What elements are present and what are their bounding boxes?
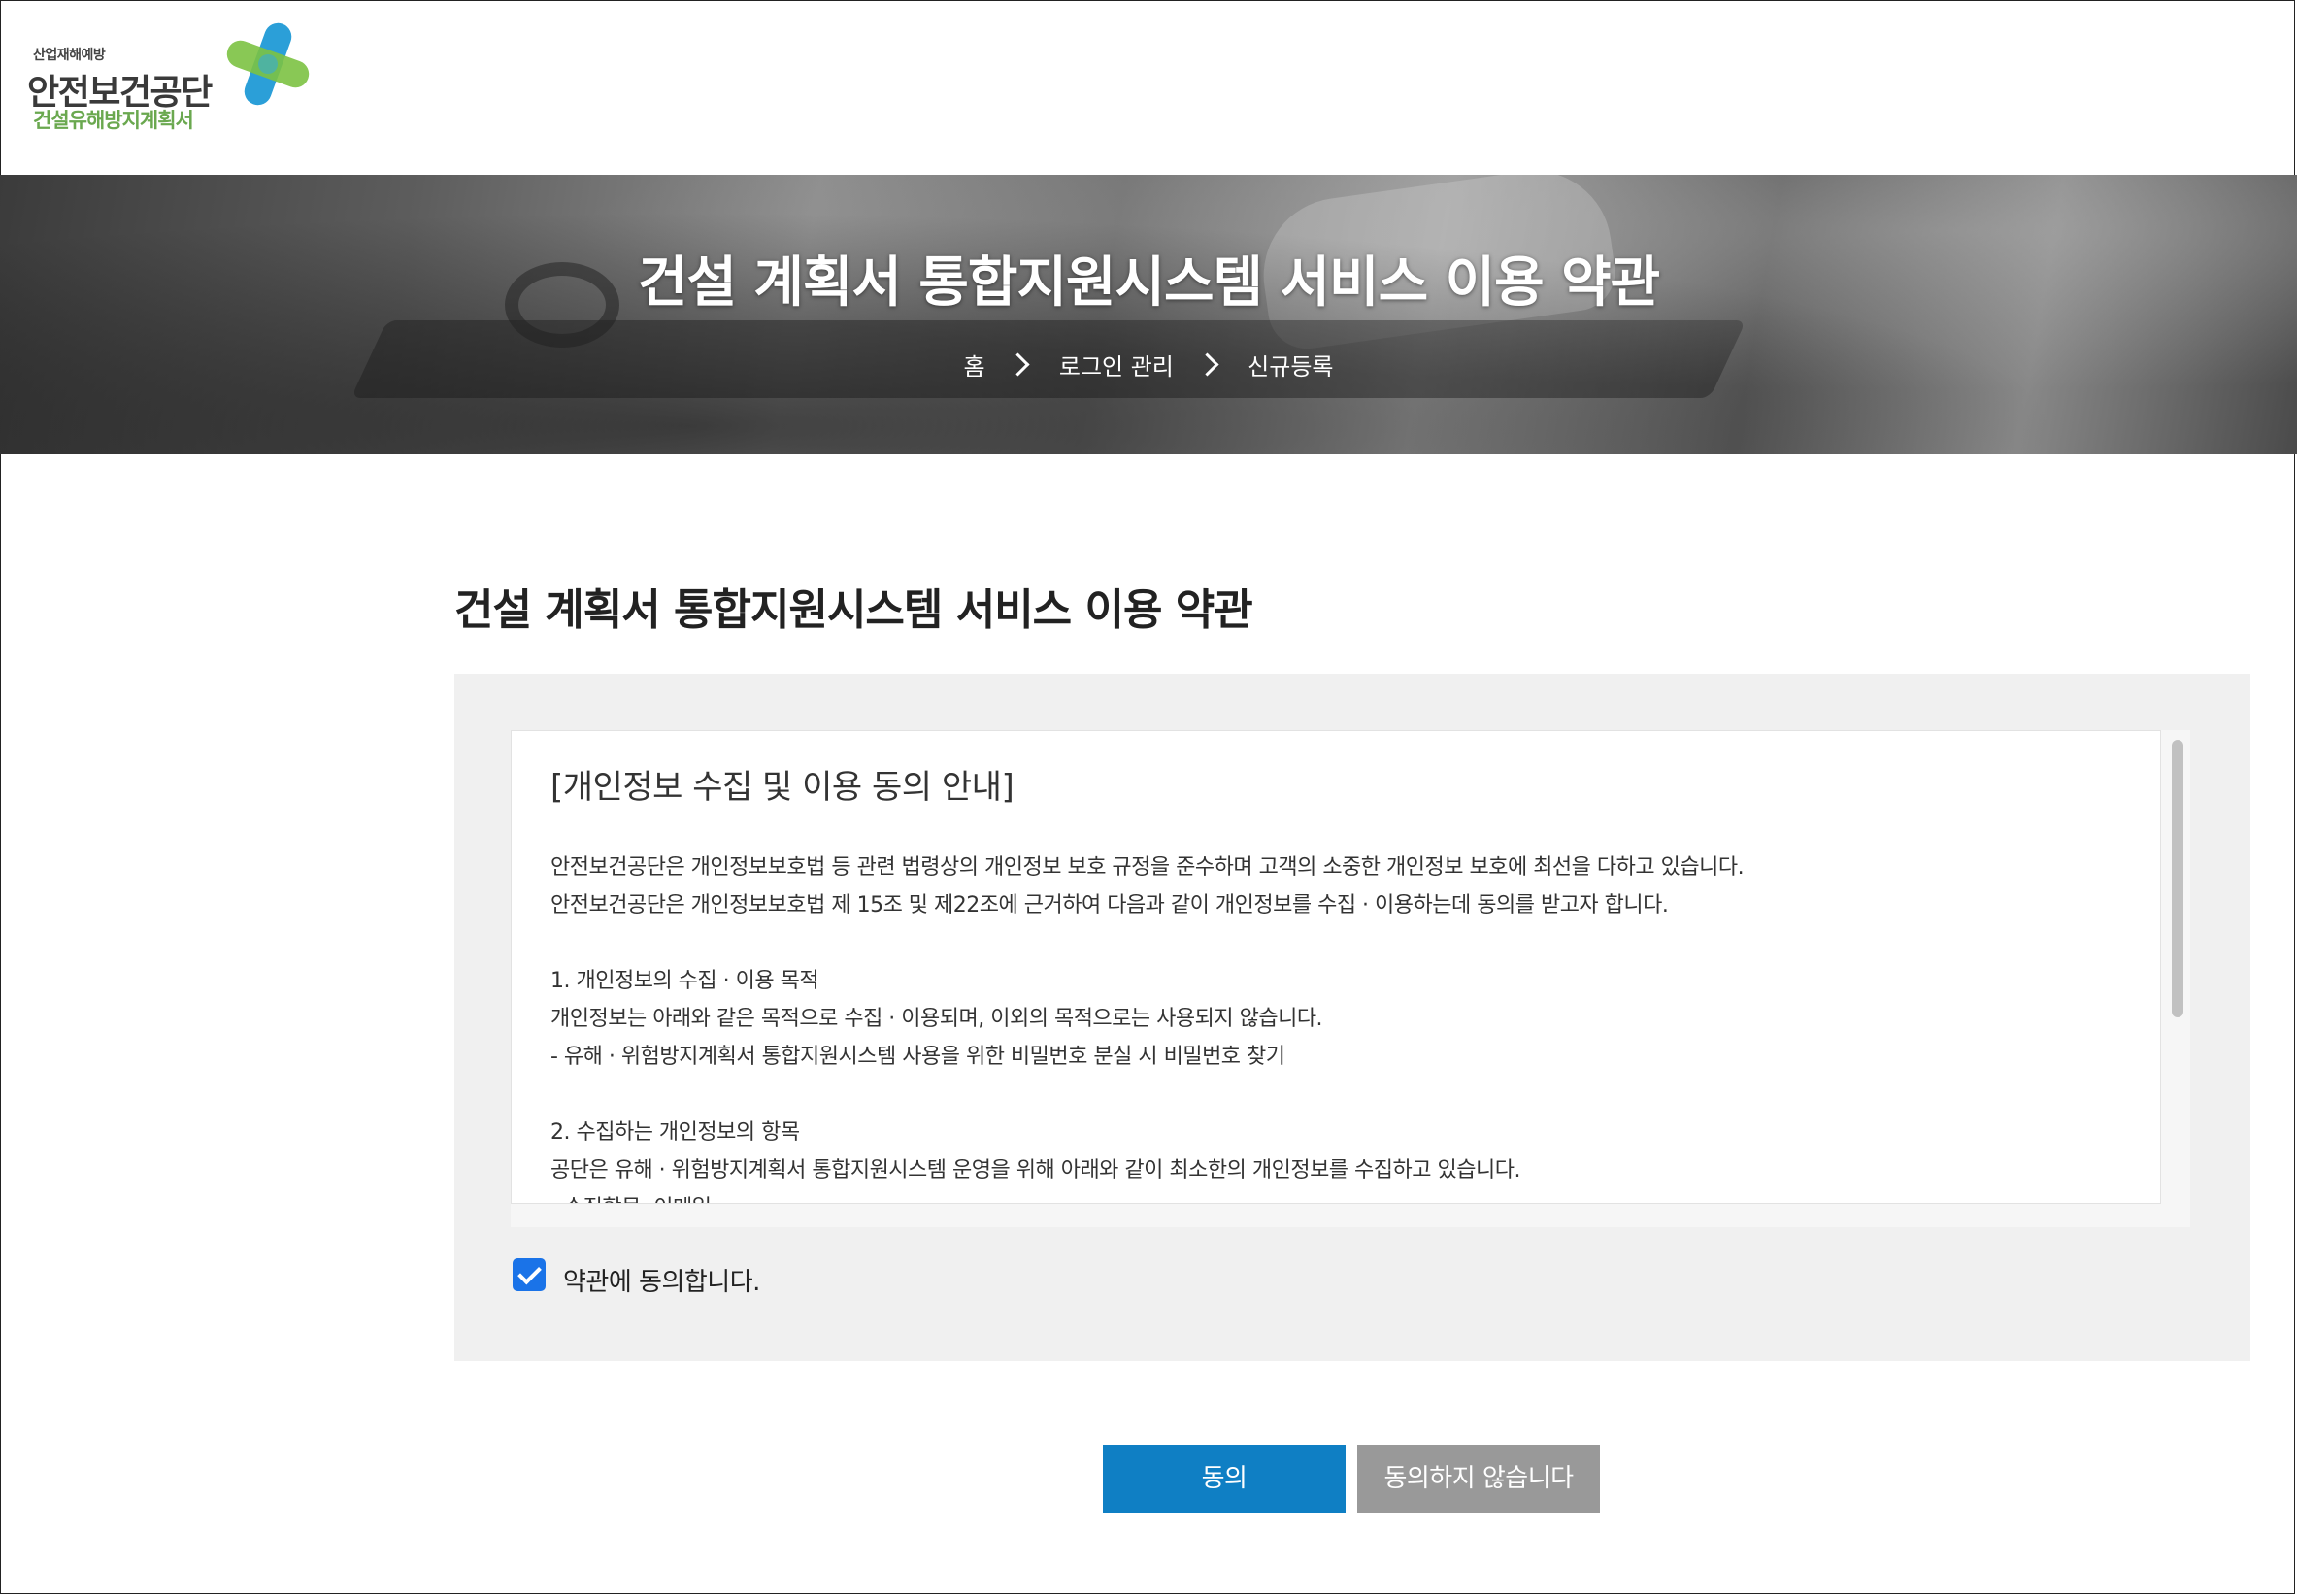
breadcrumb-new-registration[interactable]: 신규등록 — [1248, 348, 1333, 382]
terms-line: - 수집항목: 이메일 — [550, 1189, 2123, 1203]
terms-line: 안전보건공단은 개인정보보호법 등 관련 법령상의 개인정보 보호 규정을 준수… — [550, 855, 1745, 880]
logo-tagline: 산업재해예방 — [33, 48, 106, 63]
agree-checkbox-label[interactable]: 약관에 동의합니다. — [563, 1262, 760, 1298]
terms-scroll-container: [개인정보 수집 및 이용 동의 안내] 안전보건공단은 개인정보보호법 등 관… — [511, 730, 2190, 1227]
breadcrumb: 홈 로그인 관리 신규등록 — [0, 348, 2297, 382]
chevron-right-icon — [1195, 352, 1219, 377]
terms-line-blank — [550, 1076, 2123, 1114]
terms-line: 2. 수집하는 개인정보의 항목 — [550, 1120, 800, 1145]
terms-line: - 유해 · 위험방지계획서 통합지원시스템 사용을 위한 비밀번호 분실 시 … — [550, 1045, 1285, 1069]
chevron-right-icon — [1006, 352, 1030, 377]
terms-textbox[interactable]: [개인정보 수집 및 이용 동의 안내] 안전보건공단은 개인정보보호법 등 관… — [511, 730, 2161, 1204]
terms-line: 공단은 유해 · 위험방지계획서 통합지원시스템 운영을 위해 아래와 같이 최… — [550, 1158, 1520, 1182]
agree-button[interactable]: 동의 — [1103, 1445, 1346, 1513]
scrollbar-thumb[interactable] — [2172, 740, 2183, 1017]
terms-content: [개인정보 수집 및 이용 동의 안내] 안전보건공단은 개인정보보호법 등 관… — [550, 760, 2123, 1203]
breadcrumb-login-management[interactable]: 로그인 관리 — [1059, 348, 1174, 382]
hero-banner: 건설 계획서 통합지원시스템 서비스 이용 약관 홈 로그인 관리 신규등록 — [0, 175, 2297, 454]
terms-heading: [개인정보 수집 및 이용 동의 안내] — [550, 768, 1015, 807]
breadcrumb-home[interactable]: 홈 — [963, 348, 984, 382]
terms-scrollbar[interactable] — [2169, 734, 2184, 1204]
terms-panel: [개인정보 수집 및 이용 동의 안내] 안전보건공단은 개인정보보호법 등 관… — [454, 674, 2250, 1361]
page-title: 건설 계획서 통합지원시스템 서비스 이용 약관 — [454, 585, 1253, 635]
terms-line: 개인정보는 아래와 같은 목적으로 수집 · 이용되며, 이외의 목적으로는 사… — [550, 1007, 1323, 1031]
banner-title: 건설 계획서 통합지원시스템 서비스 이용 약관 — [637, 251, 1660, 315]
logo-subtitle: 건설유해방지계획서 — [33, 109, 194, 132]
logo-cross-icon — [226, 22, 310, 106]
terms-line-blank — [550, 924, 2123, 962]
agree-checkbox[interactable] — [513, 1258, 546, 1291]
terms-line: 1. 개인정보의 수집 · 이용 목적 — [550, 969, 819, 993]
disagree-button[interactable]: 동의하지 않습니다 — [1357, 1445, 1600, 1513]
site-logo[interactable]: 산업재해예방 안전보건공단 건설유해방지계획서 — [27, 17, 310, 144]
terms-line: 안전보건공단은 개인정보보호법 제 15조 및 제22조에 근거하여 다음과 같… — [550, 893, 1669, 917]
